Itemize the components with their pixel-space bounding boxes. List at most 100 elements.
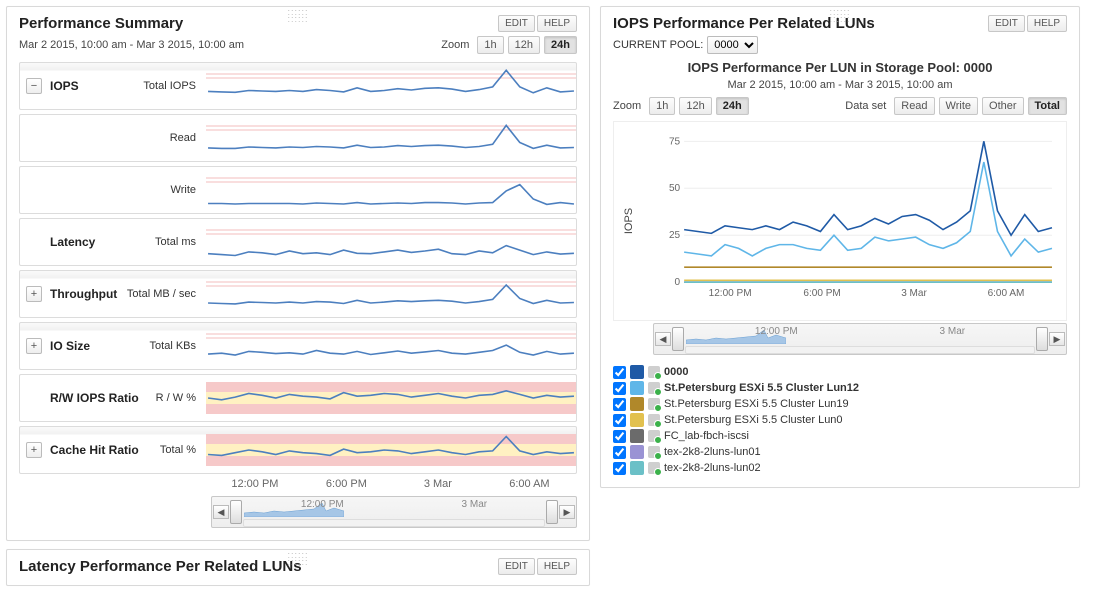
legend-item: tex-2k8-2luns-lun01: [613, 445, 1067, 459]
dataset-label: Data set: [845, 100, 886, 112]
legend-item: St.Petersburg ESXi 5.5 Cluster Lun12: [613, 381, 1067, 395]
chart-daterange: Mar 2 2015, 10:00 am - Mar 3 2015, 10:00…: [613, 79, 1067, 91]
expand-toggle-icon[interactable]: +: [26, 286, 42, 302]
zoom-24h[interactable]: 24h: [544, 36, 577, 54]
metric-sub: Total KBs: [150, 340, 196, 352]
legend-label: St.Petersburg ESXi 5.5 Cluster Lun0: [664, 414, 843, 426]
legend-checkbox[interactable]: [613, 398, 626, 411]
status-dot-icon: [654, 436, 662, 444]
zoom-1h[interactable]: 1h: [649, 97, 675, 115]
legend-checkbox[interactable]: [613, 462, 626, 475]
metric-sub: Write: [171, 184, 196, 196]
panel-title: Performance Summary: [19, 15, 183, 32]
scrub-handle-right[interactable]: [1036, 327, 1048, 351]
sparkline: [206, 66, 576, 106]
legend-item: St.Petersburg ESXi 5.5 Cluster Lun0: [613, 413, 1067, 427]
metric-sub: Total %: [160, 444, 196, 456]
legend-label: tex-2k8-2luns-lun01: [664, 446, 761, 458]
scrub-next-icon[interactable]: ▶: [1049, 332, 1065, 346]
svg-text:0: 0: [675, 277, 681, 288]
dataset-other[interactable]: Other: [982, 97, 1024, 115]
edit-button[interactable]: EDIT: [988, 15, 1025, 32]
scrub-handle-left[interactable]: [230, 500, 242, 524]
legend-label: St.Petersburg ESXi 5.5 Cluster Lun19: [664, 398, 849, 410]
pool-select[interactable]: 0000: [707, 36, 758, 54]
metric-sub: Total IOPS: [143, 80, 196, 92]
sparkline: [206, 222, 576, 262]
zoom-1h[interactable]: 1h: [477, 36, 503, 54]
legend-label: tex-2k8-2luns-lun02: [664, 462, 761, 474]
metric-sub: Total MB / sec: [127, 288, 196, 300]
scrub-handle-right[interactable]: [546, 500, 558, 524]
scrub-track[interactable]: [243, 519, 545, 527]
color-swatch-icon: [630, 365, 644, 379]
sparkline: [206, 118, 576, 158]
latency-panel: :::::::::::: Latency Performance Per Rel…: [6, 549, 590, 586]
metric-row: + Throughput Total MB / sec: [19, 270, 577, 318]
status-dot-icon: [654, 404, 662, 412]
legend-checkbox[interactable]: [613, 430, 626, 443]
help-button[interactable]: HELP: [537, 558, 577, 575]
legend-checkbox[interactable]: [613, 414, 626, 427]
expand-toggle-icon[interactable]: −: [26, 78, 42, 94]
legend-item: 0000: [613, 365, 1067, 379]
legend-checkbox[interactable]: [613, 366, 626, 379]
status-dot-icon: [654, 388, 662, 396]
legend-checkbox[interactable]: [613, 382, 626, 395]
scrub-prev-icon[interactable]: ◀: [655, 332, 671, 346]
y-axis-title: IOPS: [623, 208, 635, 234]
metric-name: IOPS: [50, 79, 143, 93]
status-dot-icon: [654, 452, 662, 460]
color-swatch-icon: [630, 429, 644, 443]
status-dot-icon: [654, 372, 662, 380]
summary-time-axis: 12:00 PM 6:00 PM 3 Mar 6:00 AM: [211, 478, 577, 494]
color-swatch-icon: [630, 461, 644, 475]
status-dot-icon: [654, 468, 662, 476]
date-range: Mar 2 2015, 10:00 am - Mar 3 2015, 10:00…: [19, 39, 244, 51]
expand-toggle-icon[interactable]: +: [26, 338, 42, 354]
iops-per-lun-panel: :::::::::::: IOPS Performance Per Relate…: [600, 6, 1080, 488]
lun-icon: [648, 430, 660, 442]
sparkline: [206, 274, 576, 314]
svg-text:75: 75: [669, 136, 681, 147]
scrub-next-icon[interactable]: ▶: [559, 505, 575, 519]
zoom-24h[interactable]: 24h: [716, 97, 749, 115]
dataset-write[interactable]: Write: [939, 97, 978, 115]
scrub-track[interactable]: [685, 346, 1035, 354]
legend-item: St.Petersburg ESXi 5.5 Cluster Lun19: [613, 397, 1067, 411]
status-dot-icon: [654, 420, 662, 428]
scrub-handle-left[interactable]: [672, 327, 684, 351]
zoom-12h[interactable]: 12h: [508, 36, 540, 54]
chart-scrubber[interactable]: ◀ 12:00 PM 3 Mar ▶: [653, 323, 1067, 355]
metric-row: + IO Size Total KBs: [19, 322, 577, 370]
legend-label: St.Petersburg ESXi 5.5 Cluster Lun12: [664, 382, 859, 394]
legend-item: tex-2k8-2luns-lun02: [613, 461, 1067, 475]
legend-checkbox[interactable]: [613, 446, 626, 459]
panel-title: Latency Performance Per Related LUNs: [19, 558, 302, 575]
metric-name: R/W IOPS Ratio: [50, 391, 156, 405]
edit-button[interactable]: EDIT: [498, 558, 535, 575]
timeline-scrubber[interactable]: ◀ 12:00 PM 3 Mar ▶: [211, 496, 577, 528]
chart-legend: 0000 St.Petersburg ESXi 5.5 Cluster Lun1…: [613, 365, 1067, 475]
drag-handle-icon[interactable]: ::::::::::::: [829, 9, 850, 23]
dataset-read[interactable]: Read: [894, 97, 934, 115]
zoom-12h[interactable]: 12h: [679, 97, 711, 115]
scrub-prev-icon[interactable]: ◀: [213, 505, 229, 519]
help-button[interactable]: HELP: [1027, 15, 1067, 32]
iops-chart: IOPS 025507512:00 PM6:00 PM3 Mar6:00 AM: [613, 121, 1067, 321]
color-swatch-icon: [630, 381, 644, 395]
metric-name: Throughput: [50, 287, 127, 301]
dataset-total[interactable]: Total: [1028, 97, 1067, 115]
metric-row: + Cache Hit Ratio Total %: [19, 426, 577, 474]
drag-handle-icon[interactable]: ::::::::::::: [287, 9, 308, 23]
legend-label: 0000: [664, 366, 688, 378]
edit-button[interactable]: EDIT: [498, 15, 535, 32]
help-button[interactable]: HELP: [537, 15, 577, 32]
svg-text:25: 25: [669, 230, 681, 241]
svg-text:3 Mar: 3 Mar: [901, 288, 927, 299]
expand-toggle-icon[interactable]: +: [26, 442, 42, 458]
drag-handle-icon[interactable]: ::::::::::::: [287, 552, 308, 566]
performance-summary-panel: :::::::::::: Performance Summary EDIT HE…: [6, 6, 590, 541]
zoom-label: Zoom: [441, 39, 469, 51]
lun-icon: [648, 462, 660, 474]
